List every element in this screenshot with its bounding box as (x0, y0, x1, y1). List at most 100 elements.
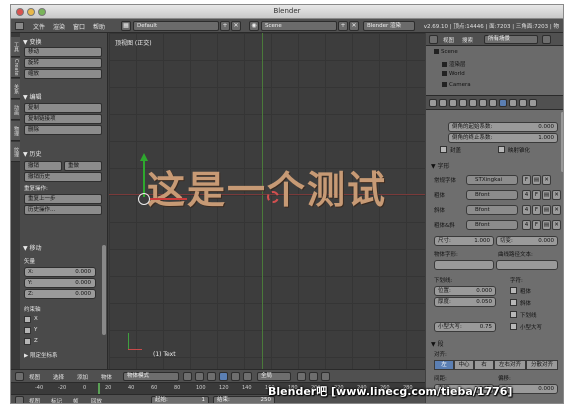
timeline-menu-frame[interactable]: 帧 (73, 397, 79, 403)
align-right-button[interactable]: 右 (474, 360, 494, 370)
char-smallcaps-checkbox[interactable] (510, 323, 517, 330)
italic-unlink-button[interactable]: ✕ (552, 205, 561, 215)
outliner-search-icon[interactable] (542, 35, 551, 44)
duplicate-linked-button[interactable]: 复制链接项 (24, 114, 102, 124)
menu-help[interactable]: 帮助 (93, 22, 105, 31)
scene-icon[interactable]: ◉ (249, 21, 259, 31)
properties-scrollbar[interactable] (561, 112, 563, 172)
move-y-field[interactable]: Y: 0.000 (24, 278, 96, 288)
menu-file[interactable]: 文件 (33, 22, 45, 31)
bevel-start-field[interactable]: 倒角的起始系数: 0.000 (448, 122, 558, 132)
object-tab-icon[interactable] (469, 99, 477, 107)
menu-view[interactable]: 视图 (29, 373, 40, 381)
outliner-item[interactable]: Camera (442, 82, 471, 88)
layers-tab-icon[interactable] (439, 99, 447, 107)
info-editor-icon[interactable] (15, 22, 24, 30)
object-font-field[interactable] (434, 260, 494, 270)
transform-panel-title[interactable]: ▼ 变换 (23, 37, 42, 46)
font-panel-title[interactable]: ▼ 字形 (431, 161, 450, 170)
font-open-button[interactable]: ▤ (532, 175, 541, 185)
tab-texture[interactable]: 纹理 (11, 142, 20, 162)
end-frame-field[interactable]: 结束: 250 (213, 396, 275, 403)
regular-font-field[interactable]: STXingkai (466, 175, 518, 185)
scale-manipulator-icon[interactable] (243, 372, 252, 381)
bold-unlink-button[interactable]: ✕ (552, 190, 561, 200)
font-unlink-button[interactable]: ✕ (542, 175, 551, 185)
repeat-last-button[interactable]: 重复上一步 (24, 194, 102, 204)
edit-panel-title[interactable]: ▼ 编辑 (23, 92, 42, 101)
gizmo-y-axis[interactable] (143, 159, 145, 197)
bevel-end-field[interactable]: 倒角的终止系数: 1.000 (448, 133, 558, 143)
constraint-y-checkbox[interactable] (24, 327, 31, 334)
char-bold-checkbox[interactable] (510, 287, 517, 294)
pivot-icon[interactable] (195, 372, 204, 381)
render-engine-select[interactable]: Blender 渲染 (363, 21, 415, 31)
tab-relations[interactable]: 关系 (11, 79, 20, 99)
material-tab-icon[interactable] (509, 99, 517, 107)
outliner-editor-icon[interactable] (429, 35, 438, 44)
outliner-menu-view[interactable]: 视图 (443, 36, 454, 44)
3d-viewport[interactable]: 顶视图 (正交) 这是一个测试 (1) Text (109, 33, 425, 369)
scene-tab-icon[interactable] (449, 99, 457, 107)
text-on-curve-field[interactable] (496, 260, 558, 270)
layer-icon-2[interactable] (309, 372, 318, 381)
scene-remove-button[interactable]: ✕ (349, 21, 359, 31)
menu-select[interactable]: 选择 (53, 373, 64, 381)
orientation-toggle[interactable]: ▶ 限定坐标系 (24, 351, 57, 359)
menu-add[interactable]: 添加 (77, 373, 88, 381)
rotate-manipulator-icon[interactable] (231, 372, 240, 381)
outliner-menu-search[interactable]: 搜索 (462, 36, 473, 44)
outliner-filter-select[interactable]: 所有场景 (484, 35, 538, 44)
italic-font-field[interactable]: Bfont (466, 205, 518, 215)
delete-button[interactable]: 删除 (24, 125, 102, 135)
history-panel-title[interactable]: ▼ 历史 (23, 149, 42, 158)
bold-fake-user-button[interactable]: F (532, 190, 541, 200)
gizmo-x-axis[interactable] (149, 198, 187, 200)
bold-open-button[interactable]: ▤ (542, 190, 551, 200)
bold-italic-open-button[interactable]: ▤ (542, 220, 551, 230)
move-z-field[interactable]: Z: 0.000 (24, 289, 96, 299)
move-x-field[interactable]: X: 0.000 (24, 267, 96, 277)
redo-button[interactable]: 重做 (64, 161, 102, 171)
scene-select[interactable]: Scene (261, 21, 337, 31)
constraint-z-checkbox[interactable] (24, 338, 31, 345)
align-justify-button[interactable]: 左右对齐 (494, 360, 526, 370)
bold-italic-fake-user-button[interactable]: F (532, 220, 541, 230)
tool-shelf-scrollbar[interactable] (102, 245, 106, 335)
rotate-button[interactable]: 旋转 (24, 58, 102, 68)
mode-select[interactable]: 物体模式 (123, 372, 179, 381)
outliner-item[interactable]: World (442, 71, 465, 77)
undo-button[interactable]: 撤销 (24, 161, 62, 171)
smallcaps-scale-field[interactable]: 小型大写: 0.75 (434, 322, 496, 332)
timeline-menu-playback[interactable]: 回放 (91, 397, 102, 403)
bold-italic-font-field[interactable]: Bfont (466, 220, 518, 230)
history-button[interactable]: 历史操作... (24, 205, 102, 215)
translate-manipulator-icon[interactable] (219, 372, 228, 381)
manipulator-toggle-icon[interactable] (207, 372, 216, 381)
align-flush-button[interactable]: 分散对齐 (526, 360, 558, 370)
bold-font-field[interactable]: Bfont (466, 190, 518, 200)
layout-icon[interactable]: ▦ (121, 21, 131, 31)
timeline-editor-icon[interactable] (15, 396, 24, 403)
object-origin-icon[interactable] (138, 193, 150, 205)
outliner-item[interactable]: 渲染层 (442, 60, 466, 68)
font-size-field[interactable]: 尺寸: 1.000 (434, 236, 494, 246)
editor-type-icon[interactable] (15, 372, 24, 381)
move-panel-title[interactable]: ▼ 移动 (23, 243, 42, 252)
underline-thickness-field[interactable]: 厚度: 0.050 (434, 297, 496, 307)
menu-render[interactable]: 渲染 (53, 22, 65, 31)
layout-select[interactable]: Default (133, 21, 219, 31)
bold-italic-unlink-button[interactable]: ✕ (552, 220, 561, 230)
orientation-select[interactable]: 全局 (257, 372, 291, 381)
align-left-button[interactable]: 左 (434, 360, 454, 370)
texture-tab-icon[interactable] (519, 99, 527, 107)
italic-users-button[interactable]: 4 (522, 205, 531, 215)
italic-fake-user-button[interactable]: F (532, 205, 541, 215)
render-tab-icon[interactable] (429, 99, 437, 107)
timeline-menu-marker[interactable]: 标记 (51, 397, 62, 403)
char-italic-checkbox[interactable] (510, 299, 517, 306)
text-data-tab-icon[interactable] (499, 99, 507, 107)
modifiers-tab-icon[interactable] (489, 99, 497, 107)
menu-window[interactable]: 窗口 (73, 22, 85, 31)
tab-animation[interactable]: 动画 (11, 100, 20, 120)
